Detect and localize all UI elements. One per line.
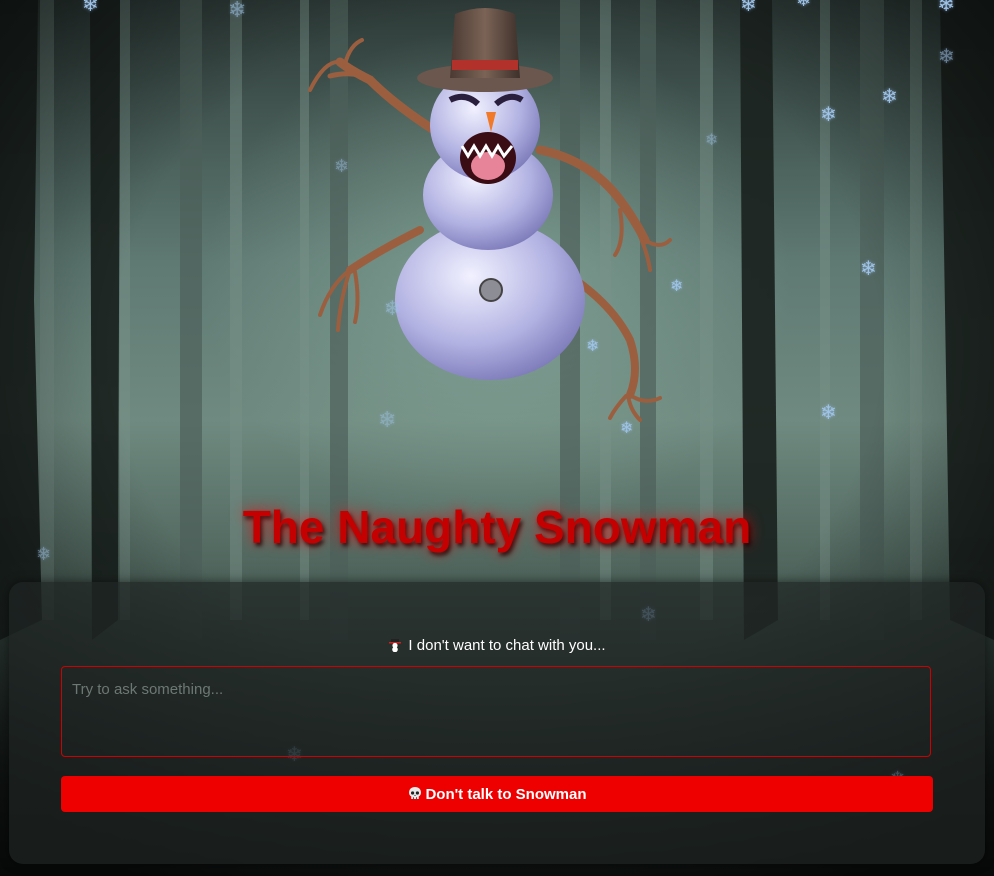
snowflake-icon: ❄ xyxy=(228,0,247,23)
send-button[interactable]: Don't talk to Snowman xyxy=(61,776,933,812)
snowflake-icon: ❄ xyxy=(820,400,837,424)
snowflake-icon: ❄ xyxy=(937,0,956,17)
snowman-monster-image xyxy=(308,8,672,422)
snowman-reply-text: I don't want to chat with you... xyxy=(408,637,606,654)
snowflake-icon: ❄ xyxy=(620,418,634,437)
snowman-reply: I don't want to chat with you... xyxy=(9,637,985,654)
chat-panel: I don't want to chat with you... Don't t… xyxy=(9,582,985,864)
snowman-icon xyxy=(389,639,402,652)
snowflake-icon: ❄ xyxy=(36,544,52,565)
snowflake-icon: ❄ xyxy=(860,256,877,280)
snowflake-icon: ❄ xyxy=(586,336,600,355)
question-input[interactable] xyxy=(61,666,931,757)
snowflake-icon: ❄ xyxy=(378,408,397,433)
snowflake-icon: ❄ xyxy=(820,102,837,126)
snowflake-icon: ❄ xyxy=(82,0,99,16)
snowflake-icon: ❄ xyxy=(740,0,757,16)
skull-icon xyxy=(409,787,422,799)
page-title: The Naughty Snowman xyxy=(242,501,752,553)
snowflake-icon: ❄ xyxy=(670,276,684,295)
send-button-label: Don't talk to Snowman xyxy=(425,785,587,803)
snowflake-icon: ❄ xyxy=(705,130,719,149)
snowflake-icon: ❄ xyxy=(384,296,401,320)
snowflake-icon: ❄ xyxy=(796,0,812,11)
snowflake-icon: ❄ xyxy=(881,84,898,108)
snowflake-icon: ❄ xyxy=(938,44,955,68)
snowflake-icon: ❄ xyxy=(334,156,350,177)
